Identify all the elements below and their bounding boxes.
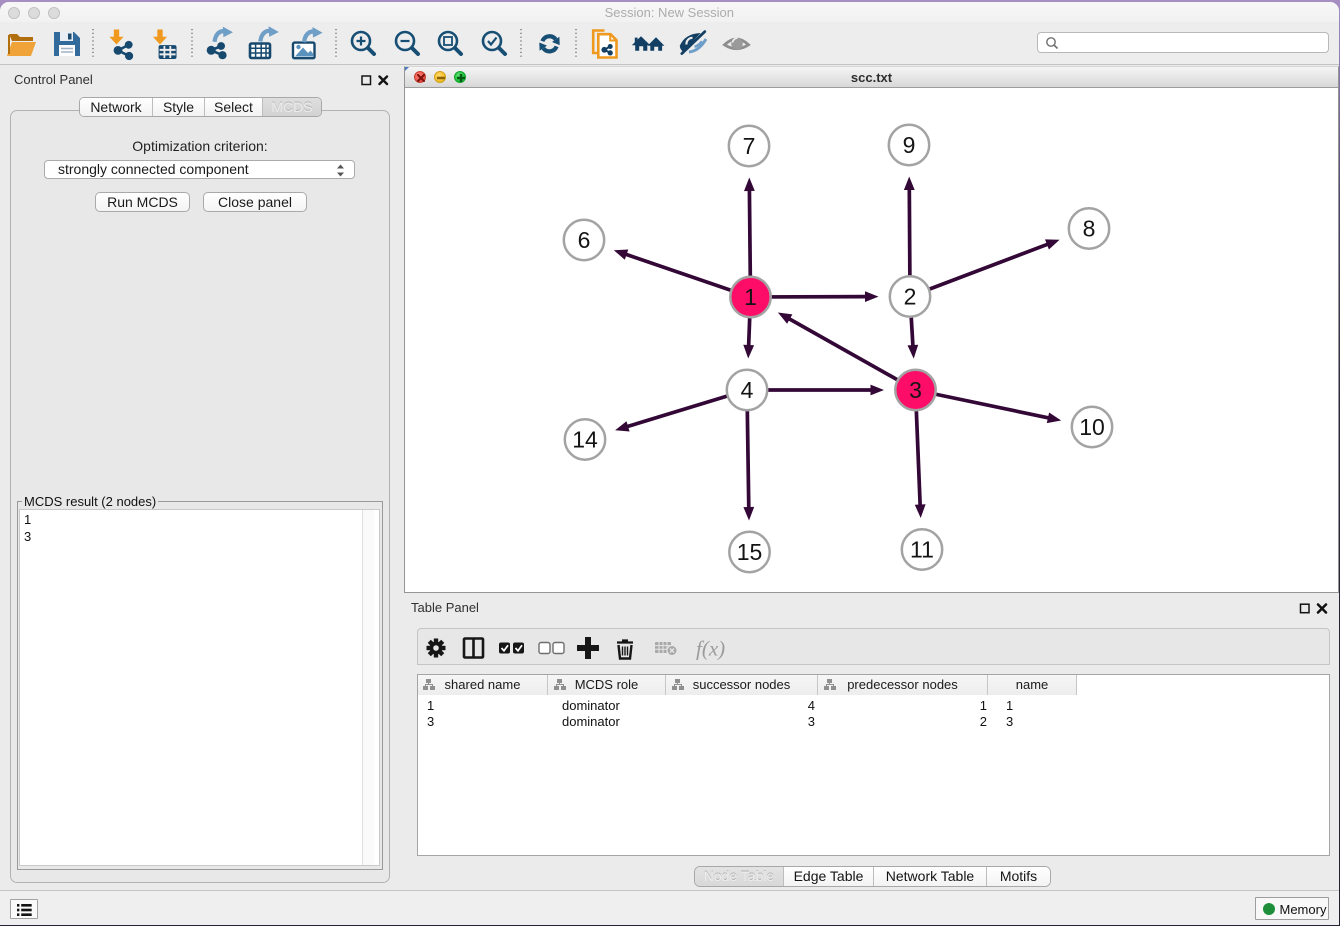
svg-text:3: 3 [909, 377, 922, 403]
svg-text:6: 6 [578, 227, 591, 253]
svg-text:7: 7 [743, 133, 756, 159]
svg-text:15: 15 [737, 539, 763, 565]
svg-text:9: 9 [903, 132, 916, 158]
svg-text:14: 14 [572, 427, 598, 453]
svg-text:11: 11 [910, 537, 934, 563]
svg-text:f(x): f(x) [696, 637, 725, 661]
svg-text:1: 1 [744, 284, 757, 310]
svg-text:2: 2 [904, 284, 917, 310]
svg-text:10: 10 [1079, 414, 1105, 440]
svg-text:8: 8 [1083, 216, 1096, 242]
svg-text:4: 4 [741, 377, 754, 403]
